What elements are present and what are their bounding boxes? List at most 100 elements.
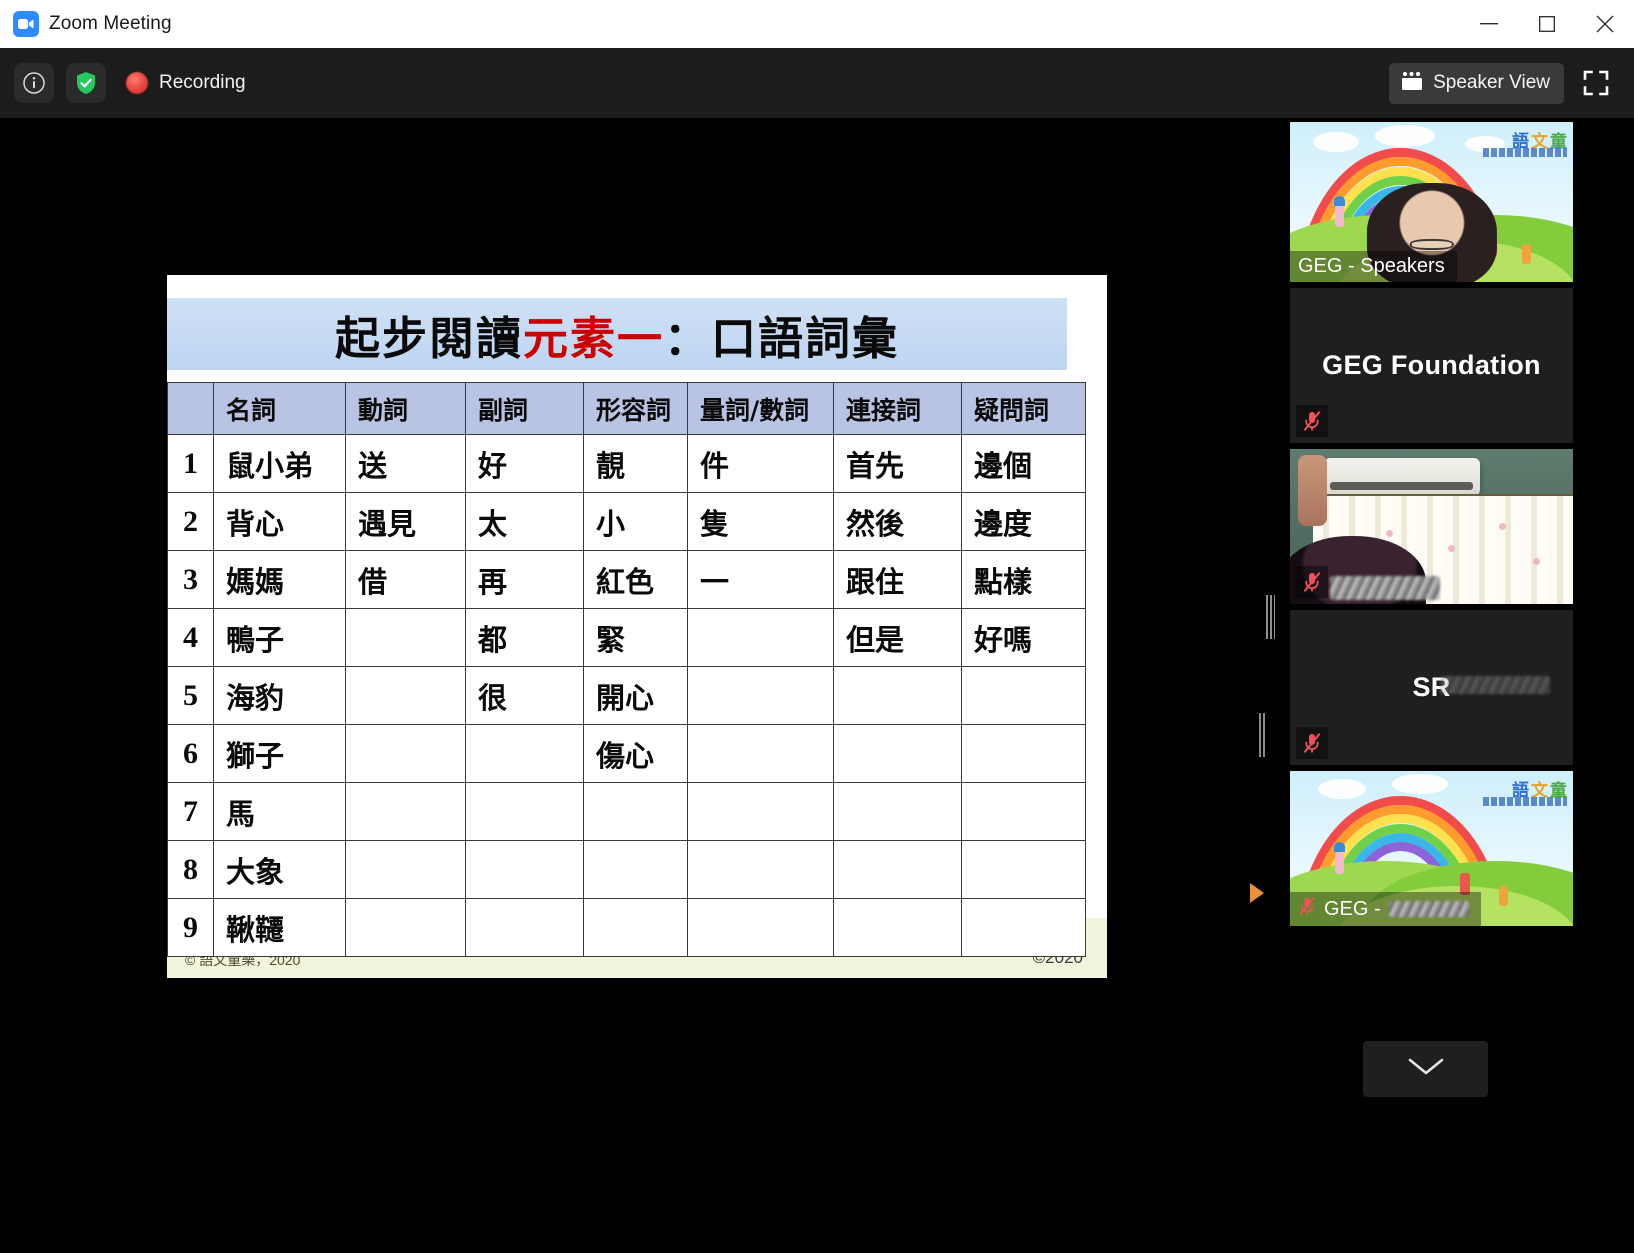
participant-name: GEG - <box>1324 897 1381 920</box>
participant-name-badge: GEG - <box>1290 892 1481 926</box>
cell-conjunction <box>833 782 962 841</box>
mic-muted-icon <box>1298 896 1316 922</box>
cell-adjective <box>583 782 688 841</box>
cell-conjunction <box>833 666 962 725</box>
kid-figure <box>1499 885 1509 906</box>
column-header-conjunction: 連接詞 <box>833 382 962 435</box>
table-row: 2 背心 遇見 太 小 隻 然後 邊度 <box>167 492 1086 551</box>
cell-adverb: 很 <box>465 666 584 725</box>
cell-noun: 大象 <box>213 840 346 899</box>
fullscreen-button[interactable] <box>1574 61 1618 105</box>
scroll-down-button[interactable] <box>1363 1041 1488 1097</box>
table-header: 名詞 動詞 副詞 形容詞 量詞/數詞 連接詞 疑問詞 <box>167 382 1086 435</box>
cell-adjective: 小 <box>583 492 688 551</box>
cell-conjunction <box>833 840 962 899</box>
cell-question <box>961 840 1086 899</box>
cell-adverb <box>465 782 584 841</box>
cell-verb: 送 <box>345 434 466 493</box>
cell-measure <box>687 608 834 667</box>
blurred-name-overlay <box>1388 901 1469 917</box>
next-slide-arrow-icon[interactable] <box>1250 883 1264 903</box>
cell-conjunction: 但是 <box>833 608 962 667</box>
cell-measure <box>687 666 834 725</box>
maximize-button[interactable] <box>1518 0 1576 48</box>
cell-question <box>961 898 1086 957</box>
mic-muted-icon <box>1296 405 1328 437</box>
recording-dot-icon <box>126 72 148 94</box>
table-row: 6 獅子 傷心 <box>167 724 1086 783</box>
speaker-view-label: Speaker View <box>1433 72 1550 93</box>
cell-verb: 遇見 <box>345 492 466 551</box>
cell-adjective: 靚 <box>583 434 688 493</box>
panel-drag-handle[interactable] <box>1266 595 1275 639</box>
cell-conjunction: 跟住 <box>833 550 962 609</box>
cell-question <box>961 782 1086 841</box>
cell-question <box>961 724 1086 783</box>
speaker-view-button[interactable]: Speaker View <box>1389 62 1564 104</box>
cell-noun: 鴨子 <box>213 608 346 667</box>
slide-title: 起步閱讀 元素一 ：口語詞彙 <box>167 298 1067 370</box>
shared-content-stage: © 語文童樂，2020 ©2020 起步閱讀 元素一 ：口語詞彙 名詞 動詞 副… <box>0 118 1265 1253</box>
row-index: 9 <box>167 898 214 957</box>
curtain-flower <box>1533 557 1541 565</box>
kid-hat <box>1333 842 1345 853</box>
participant-tile-geg-speakers[interactable]: 語 文 童 GEG - Speakers <box>1290 122 1573 282</box>
cell-noun: 媽媽 <box>213 550 346 609</box>
cell-conjunction <box>833 724 962 783</box>
cell-adjective: 緊 <box>583 608 688 667</box>
slide-title-suffix: ：口語詞彙 <box>664 311 900 365</box>
air-conditioner-shape <box>1323 458 1480 499</box>
row-index: 3 <box>167 550 214 609</box>
title-bar-left: Zoom Meeting <box>0 11 172 37</box>
cloud-shape <box>1391 774 1448 795</box>
table-header-row: 名詞 動詞 副詞 形容詞 量詞/數詞 連接詞 疑問詞 <box>167 382 1086 435</box>
table-row: 7 馬 <box>167 782 1086 841</box>
cell-noun: 海豹 <box>213 666 346 725</box>
minimize-button[interactable] <box>1460 0 1518 48</box>
cell-verb <box>345 898 466 957</box>
table-row: 3 媽媽 借 再 紅色 一 跟住 點樣 <box>167 550 1086 609</box>
cell-verb <box>345 724 466 783</box>
cell-question: 邊個 <box>961 434 1086 493</box>
cell-verb <box>345 840 466 899</box>
zoom-video-icon <box>13 11 39 37</box>
cell-noun: 鼠小弟 <box>213 434 346 493</box>
participant-tile-video-feed[interactable] <box>1290 449 1573 604</box>
cell-verb <box>345 608 466 667</box>
window-title-bar: Zoom Meeting <box>0 0 1634 48</box>
cell-verb <box>345 782 466 841</box>
row-index: 4 <box>167 608 214 667</box>
cloud-shape <box>1318 778 1367 799</box>
row-index: 8 <box>167 840 214 899</box>
cell-measure: 件 <box>687 434 834 493</box>
recording-indicator[interactable]: Recording <box>126 72 246 94</box>
participant-tile-geg-foundation[interactable]: GEG Foundation <box>1290 288 1573 443</box>
shield-check-icon[interactable] <box>66 63 106 103</box>
cell-measure: 隻 <box>687 492 834 551</box>
zoom-meeting-window: Zoom Meeting Recording Speaker View © 語文… <box>0 0 1634 1253</box>
cell-conjunction: 首先 <box>833 434 962 493</box>
presentation-slide: © 語文童樂，2020 ©2020 起步閱讀 元素一 ：口語詞彙 名詞 動詞 副… <box>167 275 1107 978</box>
close-button[interactable] <box>1576 0 1634 48</box>
cell-measure <box>687 840 834 899</box>
participant-tile-sr[interactable]: SR <box>1290 610 1573 765</box>
mic-muted-icon <box>1296 566 1328 598</box>
slide-title-highlight: 元素一 <box>522 311 664 365</box>
share-panel-divider[interactable] <box>1259 713 1265 757</box>
table-body: 1 鼠小弟 送 好 靚 件 首先 邊個 2 背心 遇見 太 小 隻 然後 邊度 … <box>167 434 1086 957</box>
participant-tile-geg-other[interactable]: 語 文 童 GEG - <box>1290 771 1573 926</box>
info-icon[interactable] <box>14 63 54 103</box>
cell-adjective: 紅色 <box>583 550 688 609</box>
participant-name: GEG - Speakers <box>1298 255 1445 277</box>
cell-verb: 借 <box>345 550 466 609</box>
shared-screen-area[interactable]: © 語文童樂，2020 ©2020 起步閱讀 元素一 ：口語詞彙 名詞 動詞 副… <box>11 275 1264 979</box>
mic-muted-icon <box>1296 727 1328 759</box>
slide-title-prefix: 起步閱讀 <box>334 311 523 365</box>
person-arm-shape <box>1298 455 1327 527</box>
blurred-name-overlay <box>1440 676 1550 694</box>
cell-question <box>961 666 1086 725</box>
participant-name-badge: GEG - Speakers <box>1290 251 1457 282</box>
kid-hat <box>1333 195 1345 206</box>
cell-noun: 獅子 <box>213 724 346 783</box>
cell-noun: 馬 <box>213 782 346 841</box>
